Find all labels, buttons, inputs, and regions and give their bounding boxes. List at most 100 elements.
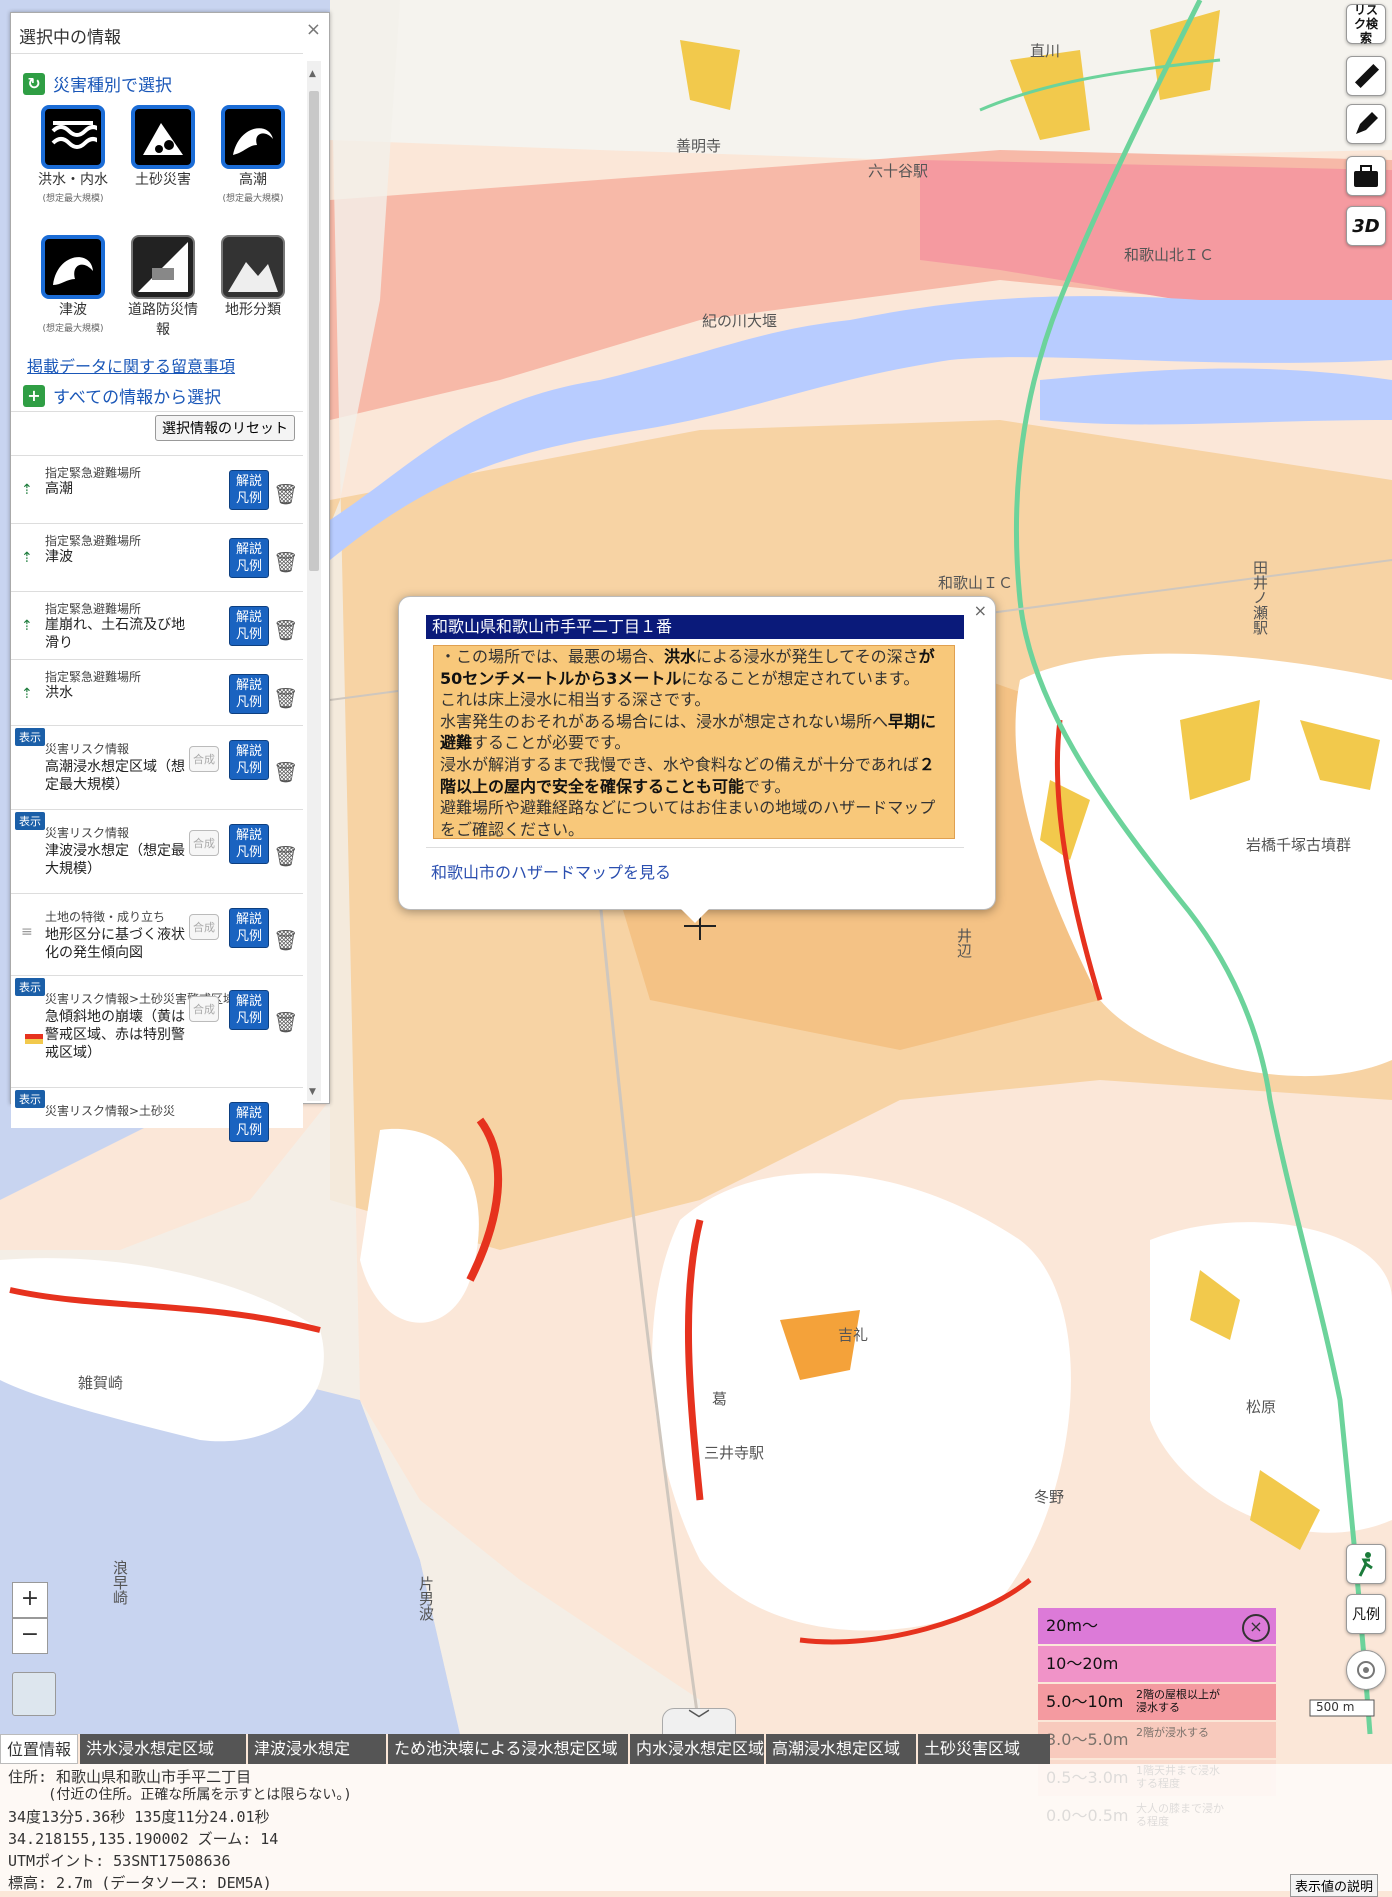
evacuate-icon[interactable] (1346, 1544, 1386, 1584)
basemap-thumbnail[interactable] (12, 1672, 56, 1716)
map-place-label: 岩橋千塚古墳群 (1246, 836, 1352, 854)
risk-search-button[interactable]: リスク検索 (1346, 3, 1386, 45)
hazard-terrain-button[interactable]: 地形分類 (213, 235, 293, 319)
hazard-flood-sub: (想定最大規模) (42, 194, 104, 204)
evacuation-pin-icon: ⇡ (21, 618, 33, 634)
layer-tabs: 位置情報 洪水浸水想定区域 津波浸水想定 ため池決壊による浸水想定区域 内水浸水想定区域… (0, 1734, 1392, 1764)
selected-info-panel: 選択中の情報 × ↻ 災害種別で選択 洪水・内水 (想定最大規模) 土砂災害 高… (10, 12, 330, 1142)
map-place-label: 葛 (712, 1390, 728, 1408)
trash-icon[interactable]: 🗑 (273, 1010, 298, 1034)
hazard-storm-surge-button[interactable]: 高潮 (想定最大規模) (213, 105, 293, 204)
merge-button[interactable]: 合成 (189, 746, 219, 772)
zoom-out-button[interactable]: − (12, 1618, 48, 1654)
layer-category: 災害リスク情報 (45, 742, 130, 756)
legend-close-icon[interactable]: × (1242, 1614, 1270, 1642)
layer-item[interactable]: ⇡ 指定緊急避難場所 洪水 解説 凡例 🗑 (11, 659, 303, 728)
scale-bar: 500 m (1316, 1700, 1355, 1714)
legend-explain-button[interactable]: 解説 凡例 (229, 538, 269, 578)
layer-item[interactable]: ⇡ 指定緊急避難場所 高潮 解説 凡例 🗑 (11, 455, 303, 524)
map-place-label: 紀の川大堰 (702, 312, 778, 330)
merge-button[interactable]: 合成 (189, 996, 219, 1022)
layer-category: 指定緊急避難場所 (45, 534, 142, 548)
legend-explain-button[interactable]: 解説 凡例 (229, 674, 269, 714)
map-place-label: 雑賀崎 (78, 1374, 124, 1392)
layer-name: 急傾斜地の崩壊（黄は警戒区域、赤は特別警戒区域） (45, 1009, 185, 1061)
trash-icon[interactable]: 🗑 (273, 844, 298, 868)
hazard-type-section[interactable]: ↻ 災害種別で選択 (23, 71, 172, 96)
ruler-icon[interactable] (1346, 56, 1386, 96)
layer-tab[interactable]: 土砂災害区域 (918, 1734, 1050, 1764)
trash-icon[interactable]: 🗑 (273, 760, 298, 784)
layer-item[interactable]: ⇡ 指定緊急避難場所 津波 解説 凡例 🗑 (11, 523, 303, 592)
data-notes-link[interactable]: 掲載データに関する留意事項 (27, 353, 235, 377)
legend-explain-button[interactable]: 解説 凡例 (229, 606, 269, 646)
hazard-tsunami-button[interactable]: 津波 (想定最大規模) (33, 235, 113, 334)
reset-selection-button[interactable]: 選択情報のリセット (155, 415, 295, 441)
show-badge[interactable]: 表示 (15, 978, 45, 996)
trash-icon[interactable]: 🗑 (273, 482, 298, 506)
hazard-landslide-button[interactable]: 土砂災害 (123, 105, 203, 189)
threed-button[interactable]: 3D (1346, 206, 1386, 246)
show-badge[interactable]: 表示 (15, 812, 45, 830)
hazard-storm-surge-label: 高潮 (239, 172, 267, 188)
layer-tab[interactable]: 洪水浸水想定区域 (80, 1734, 246, 1764)
legend-row: 5.0〜10m 2階の屋根以上が浸水する (1038, 1684, 1276, 1720)
hazard-flood-button[interactable]: 洪水・内水 (想定最大規模) (33, 105, 113, 204)
landslide-icon (131, 105, 195, 169)
layer-item[interactable]: ⇡ 指定緊急避難場所 崖崩れ、土石流及び地滑り 解説 凡例 🗑 (11, 591, 303, 660)
layer-category: 指定緊急避難場所 (45, 670, 142, 684)
legend-explain-button[interactable]: 解説 凡例 (229, 470, 269, 510)
trash-icon[interactable]: 🗑 (273, 686, 298, 710)
legend-explain-button[interactable]: 解説 凡例 (229, 908, 269, 948)
merge-button[interactable]: 合成 (189, 830, 219, 856)
layer-item[interactable]: 表示 災害リスク情報>土砂災 解説 凡例 (11, 1087, 303, 1142)
map-place-label: 松原 (1246, 1398, 1277, 1416)
layer-tab[interactable]: 位置情報 (0, 1734, 78, 1764)
hazard-map-link[interactable]: 和歌山市のハザードマップを見る (431, 859, 671, 883)
hazard-road-button[interactable]: 道路防災情報 (123, 235, 203, 339)
popup-close-button[interactable]: × (974, 601, 987, 620)
layer-tab[interactable]: 内水浸水想定区域 (630, 1734, 764, 1764)
layer-name: 津波浸水想定（想定最大規模） (45, 843, 185, 877)
panel-title: 選択中の情報 (19, 28, 121, 48)
layer-item[interactable]: ≡ 土地の特徴・成り立ち 地形区分に基づく液状化の発生傾向図 合成 解説 凡例 🗑 (11, 893, 303, 976)
panel-close-button[interactable]: × (306, 19, 321, 40)
value-explanation-button[interactable]: 表示値の説明 (1290, 1874, 1379, 1897)
legend-button[interactable]: 凡例 (1346, 1594, 1386, 1634)
legend-explain-button[interactable]: 解説 凡例 (229, 1102, 269, 1142)
terrain-icon (221, 235, 285, 299)
pencil-icon[interactable] (1346, 104, 1386, 144)
layer-item[interactable]: 表示 災害リスク情報 津波浸水想定（想定最大規模） 合成 解説 凡例 🗑 (11, 809, 303, 894)
drag-handle-icon[interactable]: ≡ (21, 924, 33, 940)
trash-icon[interactable]: 🗑 (273, 928, 298, 952)
layer-tab[interactable]: ため池決壊による浸水想定区域 (388, 1734, 628, 1764)
map-place-label: 和歌山ＩＣ (938, 574, 1014, 592)
popup-line-4: 浸水が解消するまで我慢でき、水や食料などの備えが十分であれば２階以上の屋内で安全… (440, 754, 935, 796)
show-badge[interactable]: 表示 (15, 1090, 45, 1108)
collapse-chevron-icon[interactable]: ﹀ (662, 1708, 736, 1736)
panel-scrollbar[interactable]: ▲ ▼ (307, 61, 321, 1101)
locate-icon[interactable] (1346, 1650, 1386, 1690)
popup-description: ・この場所では、最悪の場合、洪水による浸水が発生してその深さが50センチメートル… (433, 645, 955, 839)
toolbox-icon[interactable] (1346, 156, 1386, 196)
show-badge[interactable]: 表示 (15, 728, 45, 746)
layer-item[interactable]: 表示 災害リスク情報>土砂災害警戒区域等 急傾斜地の崩壊（黄は警戒区域、赤は特別警戒… (11, 975, 303, 1088)
layer-tab[interactable]: 高潮浸水想定区域 (766, 1734, 916, 1764)
layer-name: 高潮 (45, 481, 73, 497)
popup-line-1: ・この場所では、最悪の場合、洪水による浸水が発生してその深さが50センチメートル… (440, 647, 935, 688)
legend-explain-button[interactable]: 解説 凡例 (229, 990, 269, 1030)
position-info: 住所: 和歌山県和歌山市手平二丁目 (付近の住所。正確な所属を示すとは限らない。… (0, 1764, 1392, 1897)
legend-explain-button[interactable]: 解説 凡例 (229, 740, 269, 780)
zoom-in-button[interactable]: + (12, 1582, 48, 1618)
storm-surge-icon (221, 105, 285, 169)
layer-item[interactable]: 表示 災害リスク情報 高潮浸水想定区域（想定最大規模） 合成 解説 凡例 🗑 (11, 725, 303, 810)
trash-icon[interactable]: 🗑 (273, 618, 298, 642)
trash-icon[interactable]: 🗑 (273, 550, 298, 574)
all-info-section[interactable]: + すべての情報から選択 (23, 383, 221, 408)
layer-tab[interactable]: 津波浸水想定 (248, 1734, 386, 1764)
select-icon: ↻ (23, 72, 45, 95)
legend-explain-button[interactable]: 解説 凡例 (229, 824, 269, 864)
merge-button[interactable]: 合成 (189, 914, 219, 940)
utm-point: UTMポイント: 53SNT17508636 (8, 1852, 231, 1870)
layer-name: 崖崩れ、土石流及び地滑り (45, 617, 186, 651)
